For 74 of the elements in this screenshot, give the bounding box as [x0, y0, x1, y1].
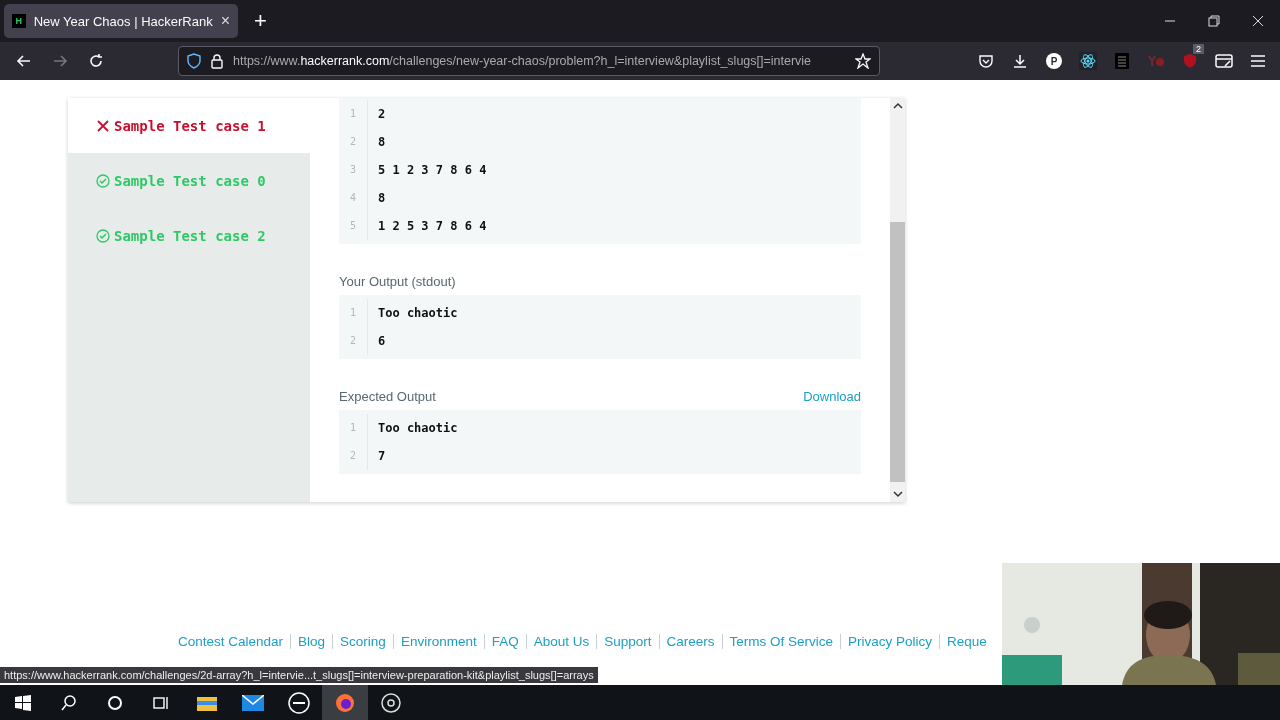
line-number: 2: [350, 334, 356, 348]
line-number: 5: [350, 219, 356, 233]
menu-icon[interactable]: [1250, 54, 1266, 68]
caret-down-icon[interactable]: [892, 490, 903, 498]
taskbar-button[interactable]: [322, 685, 368, 720]
line-number: 2: [350, 449, 356, 463]
code-line: 8: [378, 190, 387, 207]
search-icon[interactable]: [61, 694, 77, 711]
forward-arrow-icon[interactable]: [52, 53, 68, 69]
test-case-tab[interactable]: Sample Test case 1: [68, 98, 310, 153]
folder-icon[interactable]: [197, 694, 217, 711]
favicon: H: [12, 14, 26, 28]
footer-link[interactable]: Reque: [939, 634, 994, 649]
badge-count: 2: [1193, 44, 1204, 54]
circle-icon[interactable]: [107, 694, 123, 711]
link-status-url: https://www.hackerrank.com/challenges/2d-array?h_l=intervie...t_slugs[]=interview-preparation-kit&playlist_slugs[]=arrays: [0, 667, 598, 683]
footer-link[interactable]: Contest Calendar: [178, 634, 291, 649]
footer-link[interactable]: Blog: [290, 634, 333, 649]
scrollbar[interactable]: [890, 98, 905, 502]
footer-link[interactable]: Environment: [392, 634, 484, 649]
pocket-icon[interactable]: [978, 53, 994, 69]
screenshot-icon[interactable]: [1215, 53, 1233, 69]
code-line: 8: [378, 134, 387, 151]
footer-link[interactable]: Careers: [658, 634, 722, 649]
cross-icon: [96, 118, 110, 133]
reload-icon[interactable]: [88, 53, 104, 69]
code-line: 1 2 5 3 7 8 6 4: [378, 218, 487, 235]
url-text: https://www.hackerrank.com/challenges/new-year-chaos/problem?h_l=interview&playlist_slugs[]=intervie: [233, 54, 813, 68]
line-number: 2: [350, 135, 356, 149]
line-number: 1: [350, 421, 356, 435]
code-line: 7: [378, 448, 387, 465]
tab-title: New Year Chaos | HackerRank: [33, 13, 213, 29]
address-bar[interactable]: https://www.hackerrank.com/challenges/new-year-chaos/problem?h_l=interview&playlist_slugs[]=intervie: [178, 46, 880, 76]
circle-logo-icon[interactable]: [288, 691, 310, 714]
shield-icon: [187, 53, 201, 69]
test-case-tab[interactable]: Sample Test case 2: [68, 208, 310, 263]
footer-link[interactable]: Terms Of Service: [721, 634, 841, 649]
lock-icon: [211, 53, 223, 69]
windows-logo-icon[interactable]: [15, 694, 31, 711]
mail-icon[interactable]: [242, 694, 264, 711]
download-icon[interactable]: [1012, 53, 1028, 69]
caret-up-icon[interactable]: [892, 102, 903, 110]
line-number: 3: [350, 163, 356, 177]
code-line: Too chaotic: [378, 305, 458, 322]
check-circle-icon: [96, 173, 110, 188]
line-number: 1: [350, 306, 356, 320]
check-circle-icon: [96, 228, 110, 243]
line-number: 1: [350, 107, 356, 121]
code-line: Too chaotic: [378, 420, 458, 437]
footer-link[interactable]: About Us: [525, 634, 597, 649]
footer-link[interactable]: Privacy Policy: [840, 634, 940, 649]
section-title: Your Output (stdout): [339, 274, 456, 289]
code-line: 2: [378, 106, 387, 123]
test-case-tab[interactable]: Sample Test case 0: [68, 153, 310, 208]
task-view-icon[interactable]: [152, 694, 170, 711]
atom-icon[interactable]: [1079, 52, 1097, 70]
line-number: 4: [350, 191, 356, 205]
section-title: Expected Output: [339, 389, 436, 404]
tab-close-button[interactable]: ×: [220, 12, 230, 30]
restore-icon[interactable]: [1208, 15, 1220, 27]
footer-link[interactable]: Support: [596, 634, 659, 649]
footer-link[interactable]: FAQ: [483, 634, 526, 649]
download-link[interactable]: Download: [803, 389, 861, 404]
close-icon[interactable]: [1252, 15, 1264, 27]
footer-link[interactable]: Scoring: [332, 634, 393, 649]
back-arrow-icon[interactable]: [16, 53, 32, 69]
code-line: 6: [378, 333, 387, 350]
extension-button[interactable]: P: [1046, 53, 1062, 69]
code-line: 5 1 2 3 7 8 6 4: [378, 162, 487, 179]
star-icon[interactable]: [855, 53, 871, 69]
new-tab-button[interactable]: +: [254, 8, 267, 34]
aperture-icon[interactable]: [381, 692, 401, 713]
browser-tab[interactable]: H New Year Chaos | HackerRank ×: [4, 4, 238, 38]
browser-icon: [335, 692, 355, 713]
